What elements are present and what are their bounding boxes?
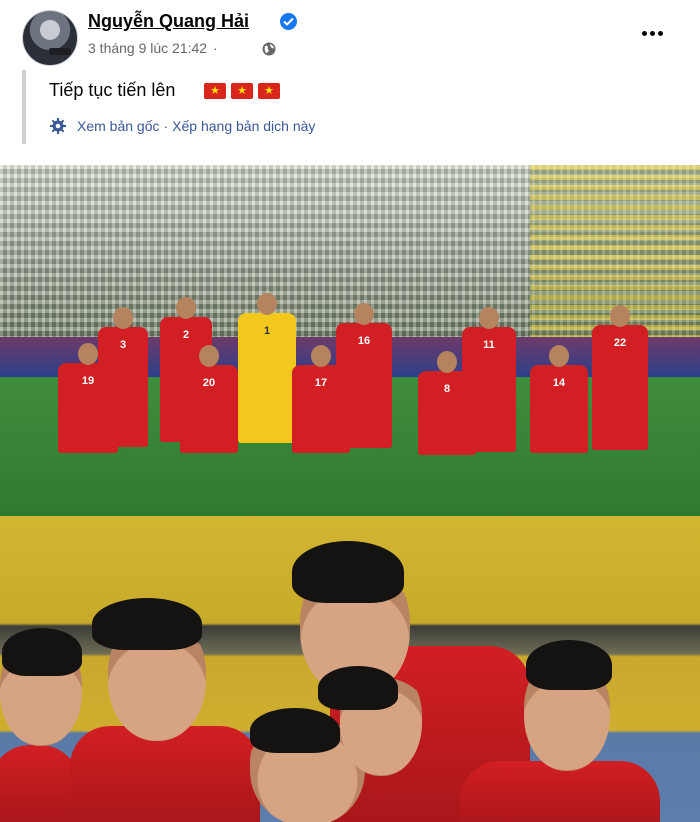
rate-translation-link[interactable]: Xếp hạng bản dịch này (172, 118, 315, 134)
player: 22 (592, 305, 648, 450)
avatar[interactable] (22, 10, 78, 66)
translate-separator: · (163, 118, 169, 134)
jersey-number: 19 (81, 375, 95, 387)
translation-quote-bar (22, 70, 26, 144)
player: 17 (292, 345, 350, 453)
see-original-link[interactable]: Xem bản gốc (77, 118, 160, 134)
jersey-number: 14 (552, 377, 566, 389)
player-hair (2, 628, 82, 676)
jersey-number: 20 (202, 377, 216, 389)
player-hair (92, 598, 202, 650)
translation-row: Xem bản gốc · Xếp hạng bản dịch này (49, 117, 315, 135)
player-jersey (0, 745, 80, 822)
author-name[interactable]: Nguyễn Quang Hải (88, 11, 249, 32)
post-meta: 3 tháng 9 lúc 21:42 · (88, 40, 220, 56)
player: 19 (58, 343, 118, 453)
player-hair (250, 708, 340, 753)
globe-icon[interactable] (262, 42, 276, 56)
post-timestamp[interactable]: 3 tháng 9 lúc 21:42 (88, 40, 207, 56)
jersey-number: 17 (314, 377, 328, 389)
post-header: Nguyễn Quang Hải 3 tháng 9 lúc 21:42 · T… (0, 0, 700, 165)
jersey-number: 1 (263, 325, 271, 337)
player-hair (318, 666, 398, 710)
jersey-number: 3 (119, 339, 127, 351)
jersey-number: 11 (483, 339, 495, 351)
post-text: Tiếp tục tiến lên (49, 80, 176, 100)
player: 20 (180, 345, 238, 453)
flag-emojis (204, 83, 280, 99)
vietnam-flag-icon (231, 83, 253, 99)
meta-separator: · (213, 40, 218, 56)
player: 8 (418, 351, 476, 455)
verified-badge-icon (280, 13, 297, 30)
jersey-number: 22 (613, 337, 627, 349)
jersey-number: 2 (182, 329, 190, 341)
celebration-photo[interactable] (0, 516, 700, 822)
player: 1 (238, 293, 296, 443)
team-lineup-photo[interactable]: 3 2 1 16 11 22 19 20 17 8 14 (0, 165, 700, 516)
player: 14 (530, 345, 588, 453)
player-hair (292, 541, 404, 603)
jersey-number: 8 (443, 383, 451, 395)
more-options-icon[interactable] (640, 26, 664, 40)
player-hair (526, 640, 612, 690)
vietnam-flag-icon (204, 83, 226, 99)
gear-icon (49, 117, 67, 135)
vietnam-flag-icon (258, 83, 280, 99)
jersey-number: 16 (357, 335, 371, 347)
